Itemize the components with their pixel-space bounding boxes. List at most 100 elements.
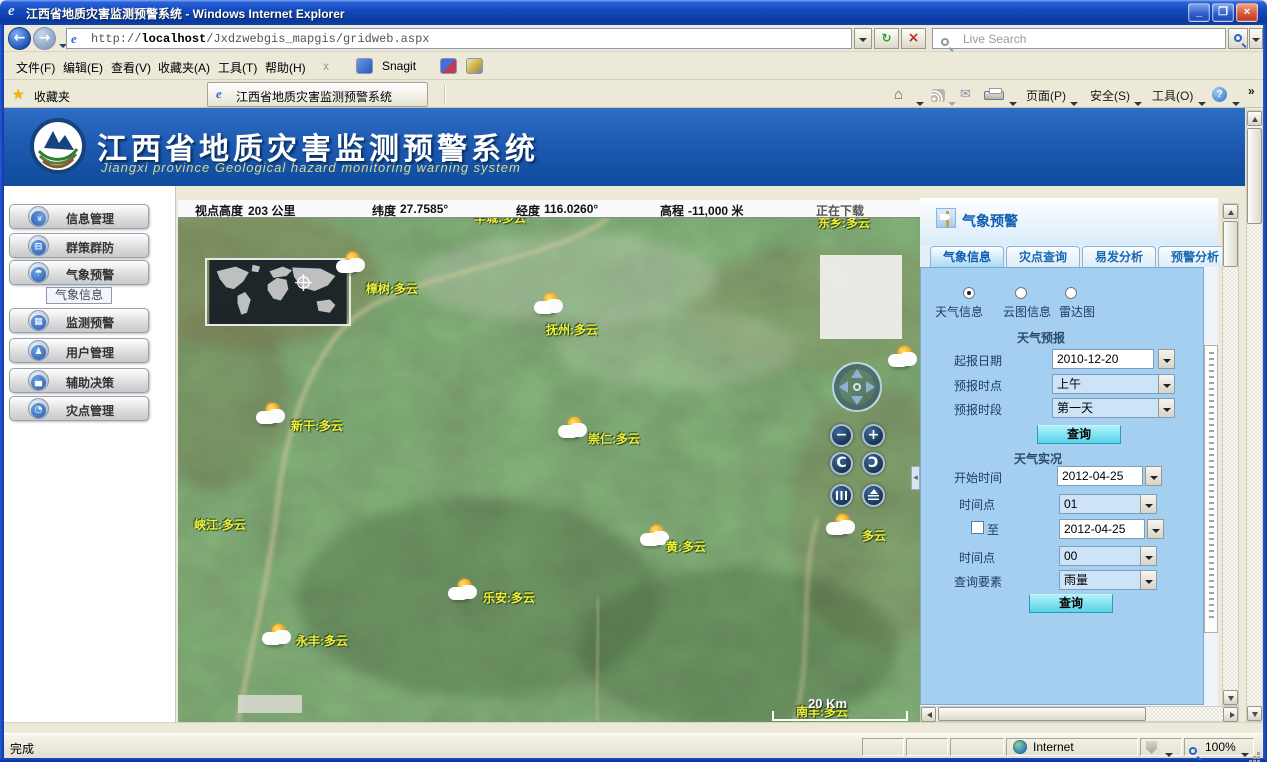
weather-icon[interactable] xyxy=(534,293,564,318)
pan-up-icon[interactable] xyxy=(851,369,863,378)
query-element-select[interactable]: 雨量 xyxy=(1059,570,1157,590)
page-menu[interactable]: 页面(P) xyxy=(1026,87,1066,104)
sidebar-item-info-mgmt[interactable]: » 信息管理 xyxy=(9,204,149,229)
panel-collapse-handle[interactable]: ◂ xyxy=(911,466,920,490)
zoom-cell[interactable]: 100% xyxy=(1184,738,1254,756)
pan-right-icon[interactable] xyxy=(866,381,875,393)
favorites-button[interactable]: 收藏夹 xyxy=(30,86,74,107)
radio-weather-info[interactable] xyxy=(963,287,975,299)
search-go-button[interactable] xyxy=(1228,28,1248,49)
snagit-icon[interactable] xyxy=(356,58,373,74)
tab-weather-info[interactable]: 气象信息 xyxy=(930,246,1004,267)
radio-label[interactable]: 天气信息 xyxy=(935,303,983,320)
radio-cloud-image[interactable] xyxy=(1015,287,1027,299)
live-start-select[interactable]: 2012-04-25 xyxy=(1057,466,1143,486)
live-start-dropdown-icon[interactable] xyxy=(1145,466,1162,486)
forecast-date-select[interactable]: 2010-12-20 xyxy=(1052,349,1154,369)
rotate-ccw-button[interactable]: C xyxy=(862,452,885,475)
weather-icon[interactable] xyxy=(888,346,918,371)
scroll-up-icon[interactable] xyxy=(1223,204,1238,219)
live-end-dropdown-icon[interactable] xyxy=(1147,519,1164,539)
sidebar-item-monitor-warning[interactable]: ▦ 监测预警 xyxy=(9,308,149,333)
sidebar-item-user-mgmt[interactable]: ♟ 用户管理 xyxy=(9,338,149,363)
live-hour2-select[interactable]: 00 xyxy=(1059,546,1157,566)
search-options-icon[interactable] xyxy=(1249,28,1263,49)
zoom-out-button[interactable]: − xyxy=(830,424,853,447)
pan-left-icon[interactable] xyxy=(839,381,848,393)
address-input[interactable]: e http://localhost/Jxdzwebgis_mapgis/gri… xyxy=(66,28,852,49)
forecast-query-button[interactable]: 查询 xyxy=(1037,425,1121,444)
to-label[interactable]: 至 xyxy=(987,521,999,538)
scrollbar-thumb[interactable] xyxy=(938,707,1146,721)
menu-tools[interactable]: 工具(T) xyxy=(214,57,261,78)
menu-help[interactable]: 帮助(H) xyxy=(261,57,310,78)
world-overview-inset[interactable] xyxy=(205,258,351,326)
tilt-bars-button[interactable] xyxy=(830,484,853,507)
maximize-button[interactable]: ❐ xyxy=(1212,3,1234,22)
pan-compass-control[interactable] xyxy=(832,362,882,412)
weather-icon[interactable] xyxy=(262,624,292,649)
toolbar-close-icon[interactable]: x xyxy=(319,57,333,75)
forecast-period-select[interactable]: 第一天 xyxy=(1052,398,1175,418)
search-input[interactable]: Live Search xyxy=(932,28,1226,49)
zoom-in-button[interactable]: + xyxy=(862,424,885,447)
satellite-map[interactable]: 樟树:多云 抚州:多云 新干:多云 崇仁:多云 黄:多云 乐安:多云 永丰:多云… xyxy=(178,218,920,722)
menu-favorites[interactable]: 收藏夹(A) xyxy=(154,57,214,78)
forward-button[interactable]: → xyxy=(33,27,56,50)
tools-menu[interactable]: 工具(O) xyxy=(1152,87,1193,104)
close-button[interactable]: × xyxy=(1236,3,1258,22)
snagit-editor-icon[interactable] xyxy=(466,58,483,74)
live-query-button[interactable]: 查询 xyxy=(1029,594,1113,613)
weather-icon[interactable] xyxy=(826,514,856,539)
live-end-select[interactable]: 2012-04-25 xyxy=(1059,519,1145,539)
tab-warning-analysis[interactable]: 预警分析 xyxy=(1158,246,1232,267)
collapsed-panel-strip[interactable] xyxy=(1204,345,1218,633)
rotate-cw-button[interactable]: C xyxy=(830,452,853,475)
sidebar-subitem-weather-info[interactable]: 气象信息 xyxy=(46,287,112,304)
favorites-star-icon[interactable]: ★ xyxy=(12,86,25,103)
panel-horizontal-scrollbar[interactable] xyxy=(920,706,1239,722)
menu-edit[interactable]: 编辑(E) xyxy=(59,57,107,78)
panel-vertical-scrollbar[interactable] xyxy=(1222,203,1239,706)
tilt-horizon-button[interactable] xyxy=(862,484,885,507)
scroll-down-icon[interactable] xyxy=(1247,706,1262,721)
zoom-dropdown-icon[interactable] xyxy=(1241,744,1249,762)
sidebar-item-group-defense[interactable]: ⊟ 群策群防 xyxy=(9,233,149,258)
radio-radar[interactable] xyxy=(1065,287,1077,299)
snagit-label[interactable]: Snagit xyxy=(378,57,420,75)
menu-file[interactable]: 文件(F) xyxy=(12,57,59,78)
page-vertical-scrollbar[interactable] xyxy=(1246,110,1263,722)
sidebar-item-weather-warning[interactable]: ☂ 气象预警 xyxy=(9,260,149,285)
safety-menu[interactable]: 安全(S) xyxy=(1090,87,1130,104)
scroll-right-icon[interactable] xyxy=(1223,707,1238,722)
sidebar-item-decision-support[interactable]: ▄ 辅助决策 xyxy=(9,368,149,393)
commandbar-overflow[interactable]: » xyxy=(1248,84,1255,98)
sidebar-item-hazard-mgmt[interactable]: ◔ 灾点管理 xyxy=(9,396,149,421)
home-icon[interactable]: ⌂ xyxy=(894,86,903,103)
scroll-down-icon[interactable] xyxy=(1223,690,1238,705)
forecast-date-dropdown-icon[interactable] xyxy=(1158,349,1175,369)
help-icon[interactable]: ? xyxy=(1212,87,1227,102)
forecast-time-select[interactable]: 上午 xyxy=(1052,374,1175,394)
menu-view[interactable]: 查看(V) xyxy=(107,57,155,78)
scroll-left-icon[interactable] xyxy=(921,707,936,722)
scrollbar-thumb[interactable] xyxy=(1223,221,1238,267)
weather-icon[interactable] xyxy=(558,417,588,442)
resize-grip[interactable] xyxy=(1257,752,1260,755)
address-dropdown-button[interactable] xyxy=(854,28,872,49)
weather-icon[interactable] xyxy=(448,579,478,604)
refresh-button[interactable]: ↻ xyxy=(874,28,899,49)
page-tab[interactable]: e 江西省地质灾害监测预警系统 xyxy=(207,82,428,107)
to-checkbox[interactable] xyxy=(971,521,984,534)
print-icon[interactable] xyxy=(984,91,1004,100)
back-button[interactable]: ← xyxy=(8,27,31,50)
minimize-button[interactable]: _ xyxy=(1188,3,1210,22)
live-hour1-select[interactable]: 01 xyxy=(1059,494,1157,514)
mail-icon[interactable]: ✉ xyxy=(960,86,971,102)
tab-susceptibility[interactable]: 易发分析 xyxy=(1082,246,1156,267)
protected-mode-cell[interactable] xyxy=(1140,738,1182,756)
radio-label[interactable]: 雷达图 xyxy=(1059,303,1095,320)
tab-hazard-query[interactable]: 灾点查询 xyxy=(1006,246,1080,267)
weather-icon[interactable] xyxy=(256,403,286,428)
weather-icon[interactable] xyxy=(336,252,366,277)
